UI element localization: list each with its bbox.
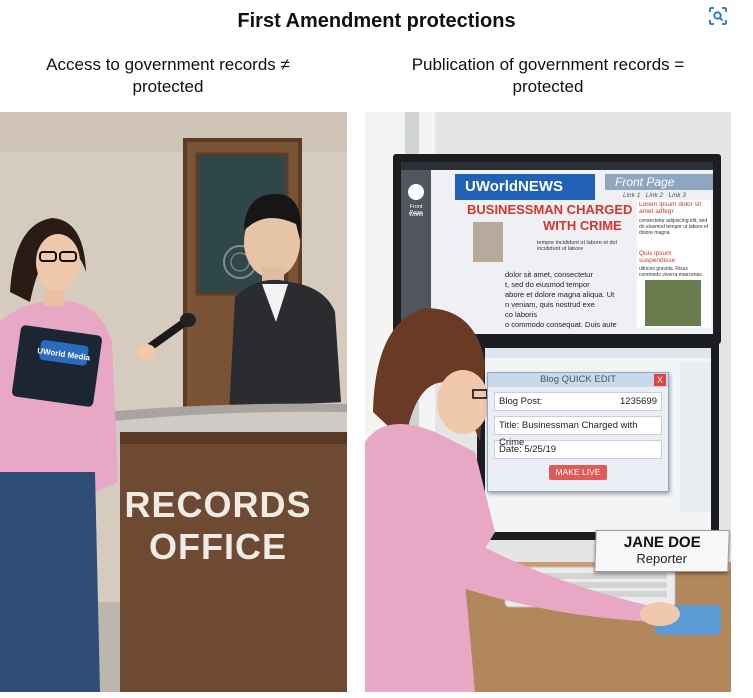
right-caption: Publication of government records = prot… [378, 54, 718, 98]
date-field[interactable]: Date: 5/25/19 [494, 440, 662, 459]
blog-post-label: Blog Post: [499, 396, 543, 407]
sign-line2: OFFICE [149, 526, 287, 567]
news-site-name: UWorldNEWS [465, 178, 564, 195]
clipboard [12, 325, 102, 407]
make-live-button[interactable]: MAKE LIVE [549, 465, 607, 480]
headline-line1: BUSINESSMAN CHARGED [467, 202, 633, 217]
title-field[interactable]: Title: Businessman Charged with Crime [494, 416, 662, 448]
front-page-tab: Front Page [615, 175, 675, 189]
article-line: n veniam, quis nostrud exe [505, 300, 595, 309]
dialog-title: Blog QUICK EDIT [539, 374, 617, 385]
dialog-header: Blog QUICK EDIT X [488, 373, 668, 387]
sidebar-label-world: World [408, 212, 424, 218]
article-line: abore et dolore magna aliqua. Ut [505, 290, 615, 299]
side-heading-2: Quis ipsum suspendisse [639, 250, 676, 264]
right-caption-line1: Publication of government records = [411, 55, 685, 74]
close-icon[interactable]: X [654, 374, 666, 386]
side-text-1: consectetur adipiscing elit, sed do eius… [639, 218, 709, 236]
tab-links[interactable]: Link 1 Link 2 Link 3 [623, 192, 686, 199]
photo-caption: tempor incididunt ut labore et dol incid… [537, 240, 617, 252]
blog-post-id: 1235699 [620, 396, 657, 407]
nameplate-role: Reporter [636, 551, 688, 566]
side-heading-1: Lorem ipsum dolor sit amet adfegr [639, 201, 702, 215]
article-line: t, sed do eiusmod tempor [505, 280, 590, 289]
visual-search-icon [709, 7, 727, 25]
article-line: co laboris [505, 310, 538, 319]
sign-line1: RECORDS [124, 484, 311, 525]
date-field-text: Date: 5/25/19 [499, 444, 557, 455]
records-office-scene: RECORDS OFFICE UWorld Media [0, 112, 347, 692]
article-body: dolor sit amet, consectetur t, sed do ei… [505, 270, 635, 330]
blog-quick-edit-dialog: Blog QUICK EDIT X Blog Post: 1235699 Tit… [487, 372, 669, 492]
article-line: dolor sit amet, consectetur [505, 270, 593, 279]
nameplate-name: JANE DOE [623, 534, 701, 551]
headline-line2: WITH CRIME [543, 218, 622, 233]
article-line: o commodo consequat. Duis aute [505, 320, 617, 329]
side-text-2: ultrices gravida. Risus commodo viverra … [639, 266, 702, 278]
page-title: First Amendment protections [237, 10, 516, 32]
records-office-illustration: RECORDS OFFICE UWorld Media [0, 112, 347, 692]
left-caption-line2: protected [132, 77, 204, 96]
title-field-text: Title: Businessman Charged with Crime [499, 420, 638, 448]
left-caption: Access to government records ≠ protected [8, 54, 328, 98]
visual-search-button[interactable] [703, 3, 733, 29]
left-caption-line1: Access to government records ≠ [46, 55, 290, 74]
nameplate: JANE DOE Reporter [594, 530, 730, 572]
right-caption-line2: protected [512, 77, 584, 96]
blog-post-field[interactable]: Blog Post: 1235699 [494, 392, 662, 411]
